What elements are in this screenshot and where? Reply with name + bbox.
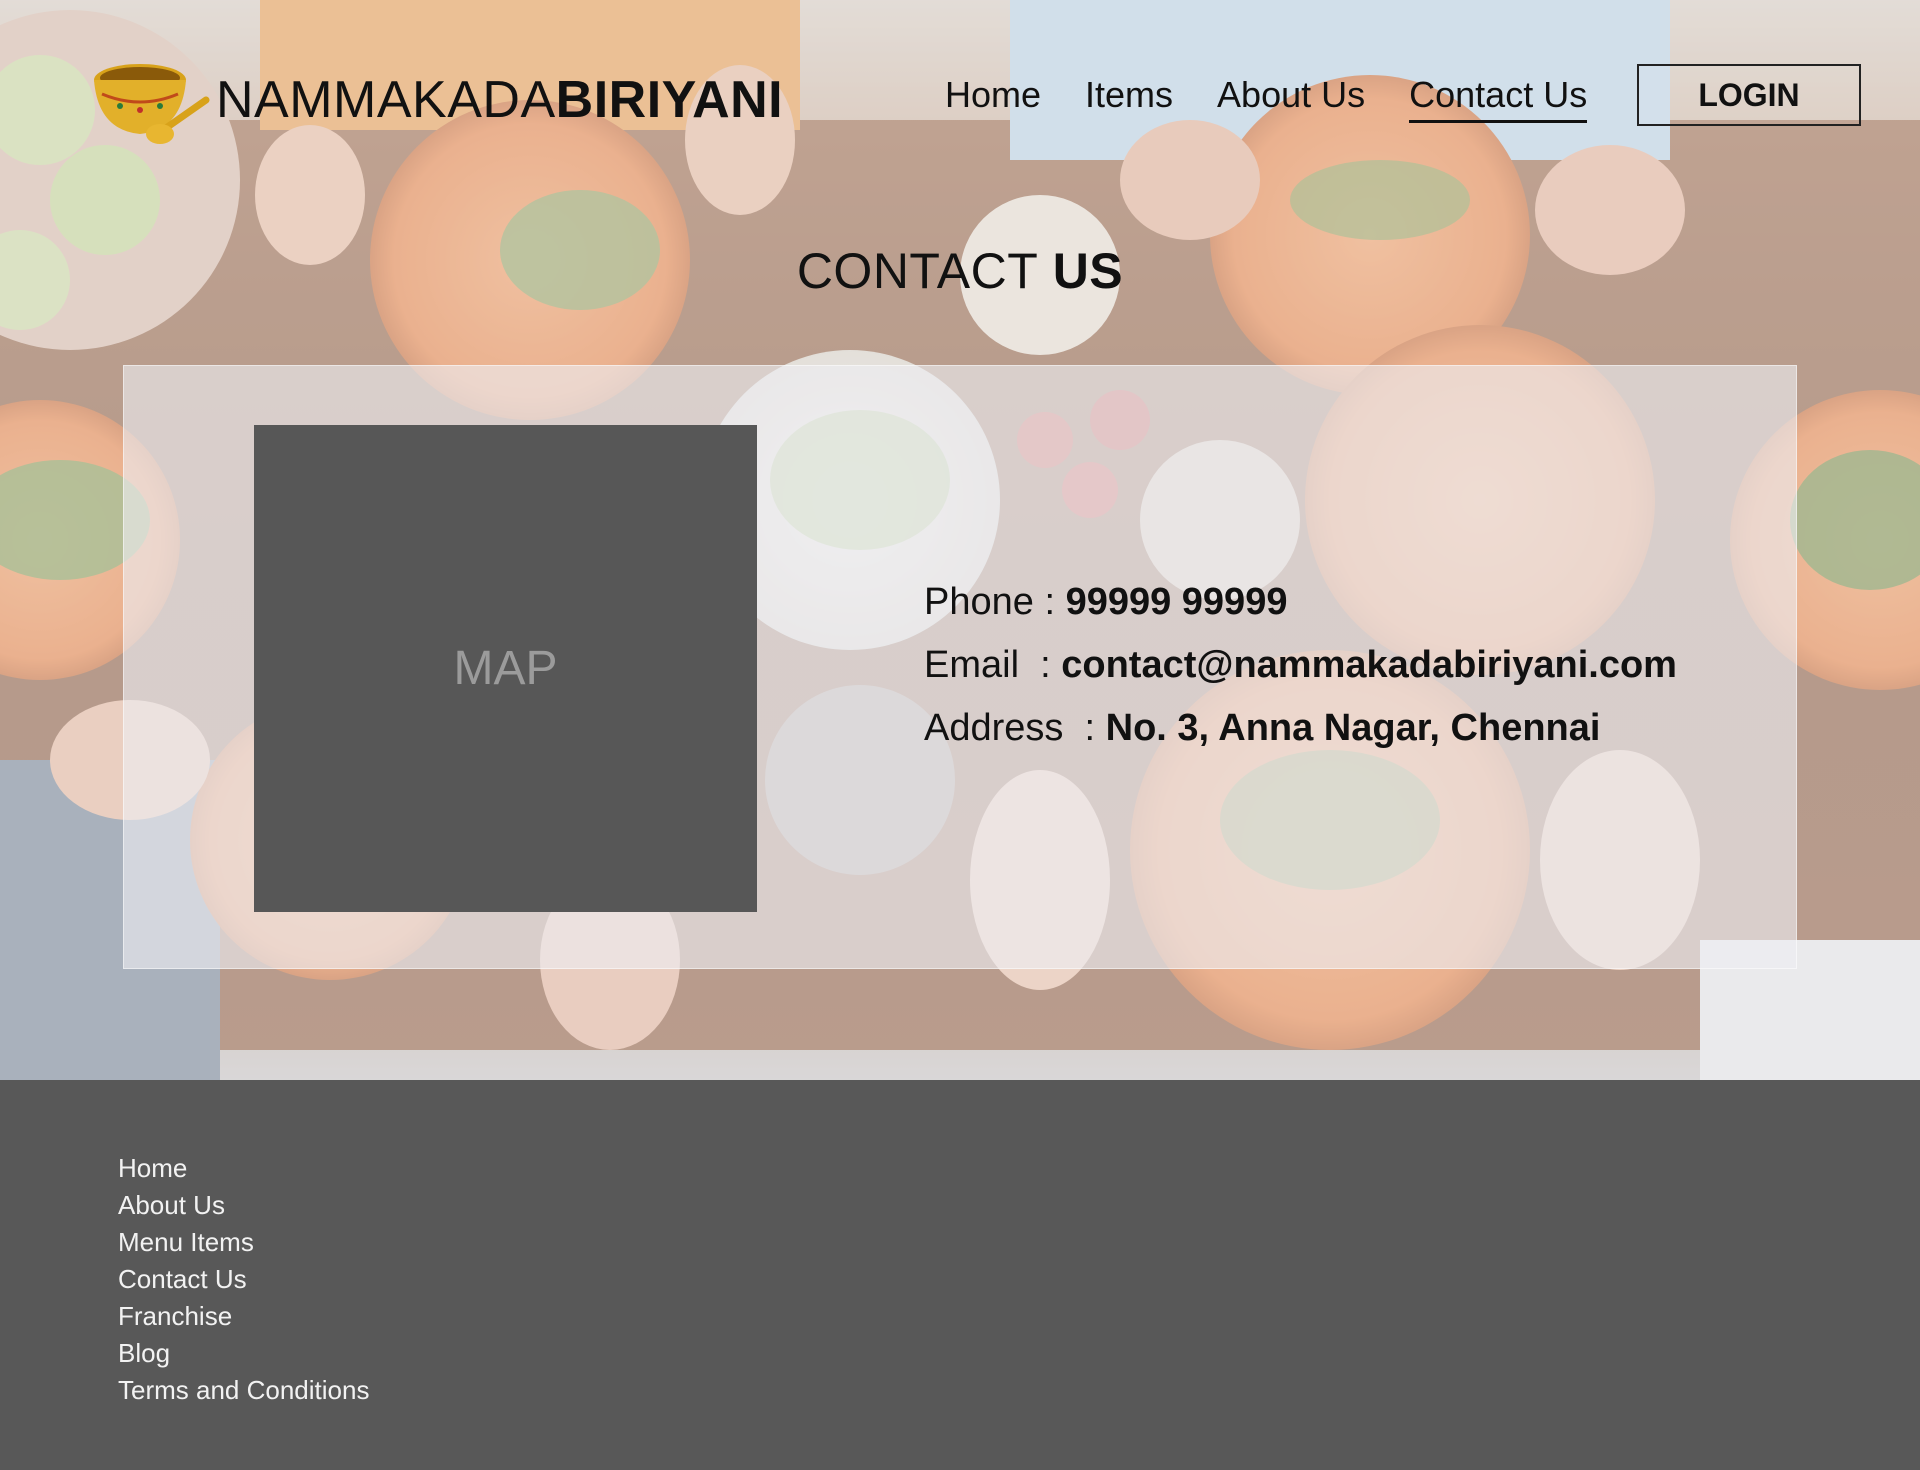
contact-info: Phone : 99999 99999 Email : contact@namm…	[924, 571, 1677, 760]
nav-link-about-us[interactable]: About Us	[1217, 74, 1365, 120]
nav-link-home[interactable]: Home	[945, 74, 1041, 120]
contact-panel: MAP Phone : 99999 99999 Email : contact@…	[123, 365, 1797, 969]
footer-link-about-us[interactable]: About Us	[118, 1187, 369, 1224]
golden-bowl-with-spoon-icon	[94, 64, 210, 144]
footer-link-terms[interactable]: Terms and Conditions	[118, 1372, 369, 1409]
page-title: CONTACT US	[0, 242, 1920, 300]
address-label: Address :	[924, 707, 1106, 749]
main-nav: Home Items About Us Contact Us	[945, 74, 1631, 123]
footer-link-franchise[interactable]: Franchise	[118, 1298, 369, 1335]
email-value[interactable]: contact@nammakadabiriyani.com	[1061, 644, 1677, 686]
phone-row: Phone : 99999 99999	[924, 571, 1677, 634]
brand[interactable]: NAMMAKADABIRIYANI	[88, 50, 783, 150]
site-header: NAMMAKADABIRIYANI Home Items About Us Co…	[0, 0, 1920, 200]
footer-link-contact-us[interactable]: Contact Us	[118, 1261, 369, 1298]
brand-name-light: NAMMAKADA	[216, 71, 556, 129]
footer-links: Home About Us Menu Items Contact Us Fran…	[118, 1150, 369, 1409]
address-value: No. 3, Anna Nagar, Chennai	[1105, 707, 1601, 749]
phone-value[interactable]: 99999 99999	[1066, 581, 1288, 623]
map-placeholder-label: MAP	[453, 642, 558, 695]
brand-name: NAMMAKADABIRIYANI	[216, 70, 783, 130]
brand-name-bold: BIRIYANI	[555, 71, 784, 129]
page-title-light: CONTACT	[796, 243, 1039, 299]
phone-label: Phone :	[924, 581, 1066, 623]
nav-link-items[interactable]: Items	[1085, 74, 1173, 120]
page-title-bold: US	[1052, 243, 1124, 299]
login-button[interactable]: LOGIN	[1637, 64, 1861, 126]
footer-link-menu-items[interactable]: Menu Items	[118, 1224, 369, 1261]
map-placeholder[interactable]: MAP	[254, 425, 757, 912]
footer-link-home[interactable]: Home	[118, 1150, 369, 1187]
email-row: Email : contact@nammakadabiriyani.com	[924, 634, 1677, 697]
email-label: Email :	[924, 644, 1062, 686]
nav-link-contact-us[interactable]: Contact Us	[1409, 74, 1588, 123]
address-row: Address : No. 3, Anna Nagar, Chennai	[924, 697, 1677, 760]
footer-link-blog[interactable]: Blog	[118, 1335, 369, 1372]
site-footer: Home About Us Menu Items Contact Us Fran…	[0, 1080, 1920, 1470]
